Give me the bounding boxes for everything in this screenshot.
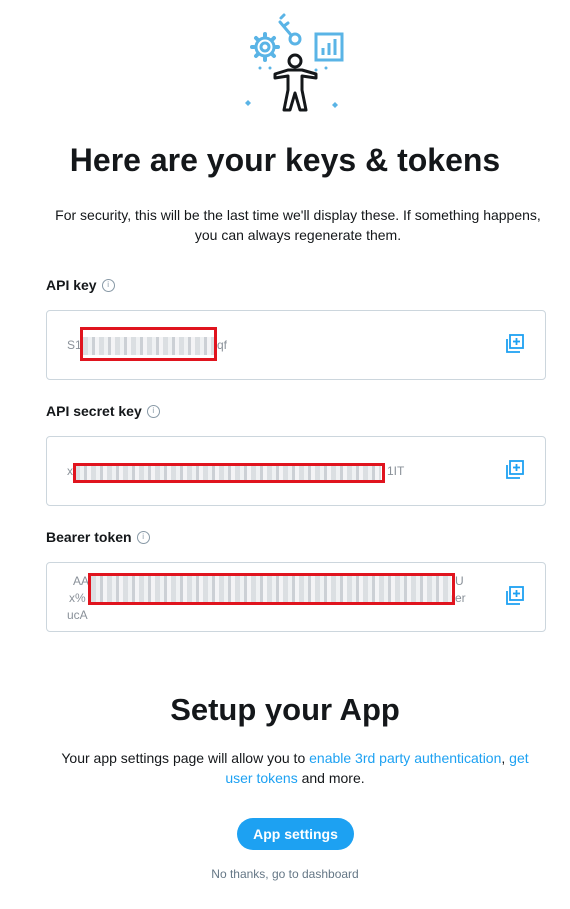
redaction-box <box>88 573 455 605</box>
bearer-token-line1-prefix: AA <box>73 574 90 588</box>
setup-text-between: , <box>501 750 510 766</box>
api-secret-key-field[interactable]: x 1IT <box>46 436 546 506</box>
setup-text-after: and more. <box>297 770 365 786</box>
redaction-box <box>73 463 385 483</box>
app-settings-button[interactable]: App settings <box>237 818 354 850</box>
copy-icon[interactable] <box>504 459 526 481</box>
api-secret-key-suffix: 1IT <box>387 464 405 478</box>
setup-text-before: Your app settings page will allow you to <box>61 750 310 766</box>
api-secret-key-label-text: API secret key <box>46 403 142 419</box>
dashboard-link[interactable]: No thanks, go to dashboard <box>0 867 570 881</box>
enable-auth-link[interactable]: enable 3rd party authentication <box>309 750 501 766</box>
api-key-field[interactable]: S1 qf <box>46 310 546 380</box>
security-notice-line-1: For security, this will be the last time… <box>55 207 541 223</box>
bearer-token-label-text: Bearer token <box>46 529 132 545</box>
developer-keys-illustration <box>245 13 344 112</box>
bearer-token-line2-prefix: x% <box>69 591 86 605</box>
bearer-token-line1-suffix: U <box>455 574 464 588</box>
setup-title: Setup your App <box>170 692 400 727</box>
redaction-box <box>80 327 217 361</box>
person-icon <box>273 53 318 112</box>
api-key-label: API key i <box>46 277 115 293</box>
info-icon[interactable]: i <box>146 404 160 418</box>
api-key-suffix: qf <box>217 338 228 352</box>
setup-description: Your app settings page will allow you to… <box>50 748 540 788</box>
bearer-token-field[interactable]: AA U x% rer ucA <box>46 562 546 632</box>
bearer-token-line3: ucA <box>67 608 88 622</box>
bearer-token-label: Bearer token i <box>46 529 150 545</box>
key-icon <box>278 13 302 46</box>
api-secret-key-label: API secret key i <box>46 403 160 419</box>
api-key-label-text: API key <box>46 277 97 293</box>
gear-icon <box>250 32 280 62</box>
copy-icon[interactable] <box>504 333 526 355</box>
info-icon[interactable]: i <box>101 278 115 292</box>
security-notice-line-2: you can always regenerate them. <box>194 227 402 243</box>
bar-chart-icon <box>314 32 344 62</box>
copy-icon[interactable] <box>504 585 526 607</box>
page-title: Here are your keys & tokens <box>69 142 501 178</box>
info-icon[interactable]: i <box>136 530 150 544</box>
security-notice: For security, this will be the last time… <box>40 205 556 245</box>
